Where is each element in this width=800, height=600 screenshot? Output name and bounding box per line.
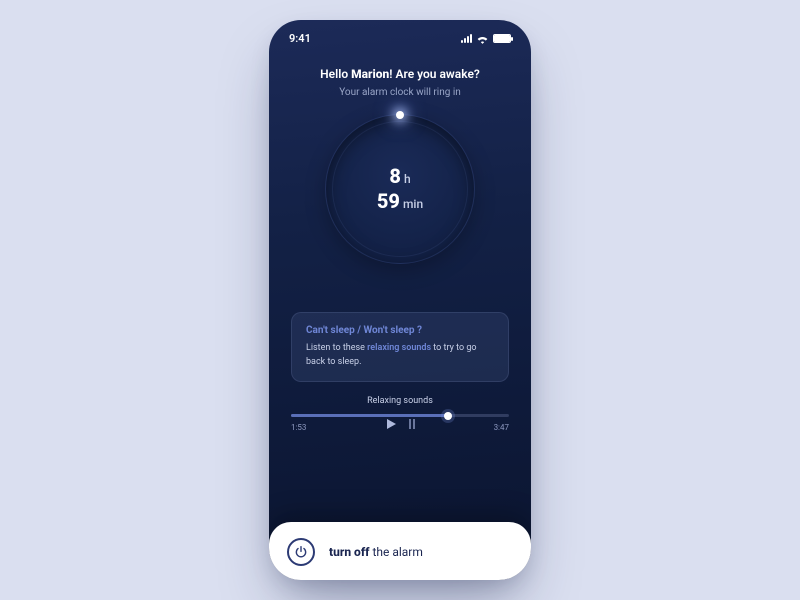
wifi-icon	[476, 34, 489, 44]
greeting-name: Marion	[351, 67, 389, 81]
seek-thumb[interactable]	[444, 412, 452, 420]
time-total: 3:47	[494, 423, 509, 432]
tip-body-highlight: relaxing sounds	[367, 343, 431, 353]
time-elapsed: 1:53	[291, 423, 306, 432]
seek-fill	[291, 414, 448, 417]
clock-handle-icon[interactable]	[396, 111, 404, 119]
greeting-rest: ! Are you awake?	[389, 67, 480, 81]
play-icon[interactable]	[385, 418, 397, 430]
hours-unit: h	[404, 172, 411, 187]
countdown-value: 8h 59min	[377, 164, 423, 214]
turn-off-alarm-button[interactable]: turn off the alarm	[269, 522, 531, 580]
battery-icon	[493, 34, 511, 43]
status-bar: 9:41	[269, 20, 531, 45]
status-time: 9:41	[289, 32, 311, 45]
header: Hello Marion! Are you awake? Your alarm …	[269, 67, 531, 98]
turn-off-bold: turn off	[329, 545, 369, 559]
phone-frame: 9:41 Hello Marion! Are you awake? Your a…	[269, 20, 531, 580]
minutes-number: 59	[377, 189, 400, 214]
countdown-clock[interactable]: 8h 59min	[269, 114, 531, 264]
cellular-signal-icon	[461, 34, 472, 43]
turn-off-rest: the alarm	[369, 545, 422, 559]
greeting-text: Hello Marion! Are you awake?	[293, 67, 507, 81]
track-title: Relaxing sounds	[291, 396, 509, 406]
turn-off-label: turn off the alarm	[329, 545, 423, 559]
seek-slider[interactable]	[291, 414, 509, 417]
tip-card[interactable]: Can't sleep / Won't sleep ? Listen to th…	[291, 312, 509, 382]
greeting-hello: Hello	[320, 67, 351, 81]
status-indicators	[461, 34, 511, 44]
pause-icon[interactable]	[409, 419, 415, 429]
subheading: Your alarm clock will ring in	[293, 87, 507, 98]
hours-number: 8	[389, 164, 401, 189]
tip-body-pre: Listen to these	[306, 343, 367, 353]
minutes-unit: min	[403, 197, 423, 212]
audio-player: Relaxing sounds 1:53 3:47	[291, 396, 509, 430]
power-icon	[287, 538, 315, 566]
tip-card-body: Listen to these relaxing sounds to try t…	[306, 342, 494, 369]
tip-card-title: Can't sleep / Won't sleep ?	[306, 325, 494, 336]
